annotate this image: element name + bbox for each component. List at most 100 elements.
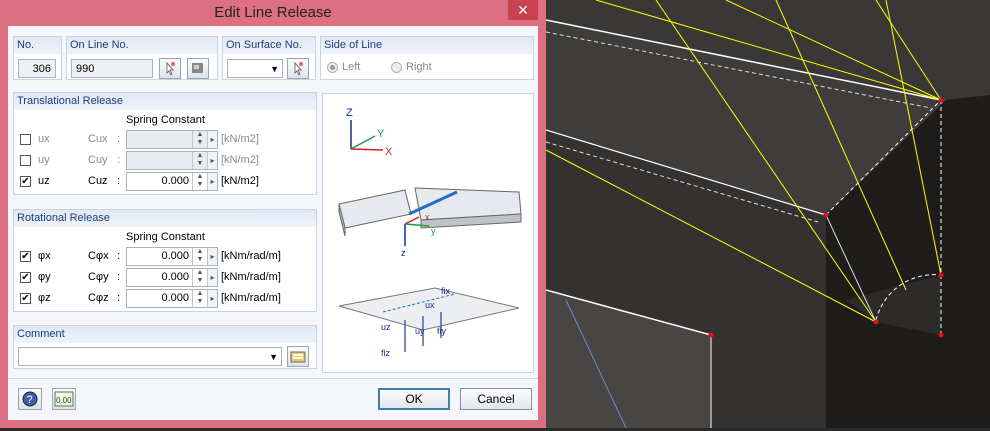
node[interactable] <box>873 319 879 325</box>
spin-arrows-icon[interactable]: ▲ ▼ <box>192 290 207 307</box>
close-button[interactable]: ✕ <box>508 0 538 20</box>
on-surface-no-select[interactable]: ▼ <box>227 59 283 78</box>
translational-spring-constant-label: Spring Constant <box>126 114 205 126</box>
units-text: 0.00 <box>56 396 72 405</box>
cphiy-label: Cφy <box>88 271 109 283</box>
cancel-button[interactable]: Cancel <box>460 388 532 410</box>
phiy-label: φy <box>38 271 51 283</box>
cuz-label: Cuz <box>88 175 108 187</box>
more-arrow-icon[interactable]: ▸ <box>207 152 217 169</box>
uz-checkbox[interactable]: ✔ <box>20 176 31 187</box>
release-illustration: Z Y X x y z fix ux uz uy fiy fiz <box>322 93 534 373</box>
on-surface-no-group: On Surface No. ▼ <box>222 36 316 80</box>
spin-arrows-icon[interactable]: ▲ ▼ <box>192 269 207 286</box>
phix-checkbox[interactable]: ✔ <box>20 251 31 262</box>
y-axis <box>350 135 376 150</box>
cphiy-spinbox[interactable]: 0.000 ▲ ▼ ▸ <box>126 268 218 287</box>
cuy-label: Cuy <box>88 154 108 166</box>
plate-z-label: z <box>401 248 406 258</box>
axis-x-label: X <box>385 146 393 158</box>
phiy-checkbox[interactable]: ✔ <box>20 272 31 283</box>
cphiz-colon: : <box>117 292 121 304</box>
cux-colon: : <box>117 133 121 145</box>
cuz-spinbox[interactable]: 0.000 ▲ ▼ ▸ <box>126 172 218 191</box>
comment-select[interactable]: ▼ <box>18 347 282 366</box>
pick-line-button[interactable] <box>159 58 181 79</box>
fiz-label: fiz <box>381 348 391 358</box>
cphix-value: 0.000 <box>161 250 189 262</box>
spin-arrows-icon[interactable]: ▲ ▼ <box>192 248 207 265</box>
more-arrow-icon[interactable]: ▸ <box>207 131 217 148</box>
cphiz-label: Cφz <box>88 292 109 304</box>
spin-arrows-icon[interactable]: ▲ ▼ <box>192 173 207 190</box>
uz-graphic-label: uz <box>381 322 391 332</box>
translational-release-group: Translational Release Spring Constant ux… <box>13 92 317 195</box>
ok-button[interactable]: OK <box>378 388 450 410</box>
help-button[interactable]: ? <box>18 388 42 410</box>
left-radio[interactable] <box>327 62 338 73</box>
on-line-no-group: On Line No. 990 <box>66 36 218 80</box>
node[interactable] <box>938 272 944 278</box>
phiz-label: φz <box>38 292 51 304</box>
svg-text:?: ? <box>27 394 33 406</box>
right-radio[interactable] <box>391 62 402 73</box>
uy-checkbox[interactable] <box>20 155 31 166</box>
rotational-release-group: Rotational Release Spring Constant ✔ φx … <box>13 209 317 312</box>
side-of-line-group: Side of Line Left Right <box>320 36 534 80</box>
cuy-spinbox[interactable]: ▲ ▼ ▸ <box>126 151 218 170</box>
phiz-checkbox[interactable]: ✔ <box>20 293 31 304</box>
select-line-button[interactable] <box>187 58 209 79</box>
translational-release-label: Translational Release <box>14 93 316 110</box>
cphiy-value: 0.000 <box>161 271 189 283</box>
cuz-colon: : <box>117 175 121 187</box>
more-arrow-icon[interactable]: ▸ <box>207 173 217 190</box>
comment-library-button[interactable] <box>287 346 309 367</box>
no-field[interactable]: 306 <box>18 59 56 78</box>
on-line-no-field[interactable]: 990 <box>71 59 153 78</box>
plate-y-label: y <box>431 226 436 236</box>
node[interactable] <box>938 97 944 103</box>
button-separator <box>8 378 538 379</box>
no-group: No. 306 <box>13 36 62 80</box>
units-icon: 0.00 <box>54 391 74 407</box>
cphix-unit: [kNm/rad/m] <box>221 250 281 262</box>
dialog-title: Edit Line Release <box>214 4 332 21</box>
more-arrow-icon[interactable]: ▸ <box>207 269 217 286</box>
cphix-colon: : <box>117 250 121 262</box>
model-viewport[interactable] <box>545 0 990 429</box>
node[interactable] <box>708 332 714 338</box>
pick-cursor-icon <box>294 61 303 76</box>
title-bar[interactable]: Edit Line Release ✕ <box>0 0 546 26</box>
rotational-release-label: Rotational Release <box>14 210 316 227</box>
ux-checkbox[interactable] <box>20 134 31 145</box>
no-label: No. <box>14 37 61 54</box>
plate-x-label: x <box>425 212 430 222</box>
cuz-value: 0.000 <box>161 175 189 187</box>
pick-surface-button[interactable] <box>287 58 309 79</box>
comment-group: Comment ▼ <box>13 325 317 369</box>
spin-arrows-icon[interactable]: ▲ ▼ <box>192 131 207 148</box>
on-surface-no-label: On Surface No. <box>223 37 315 54</box>
cphiz-unit: [kNm/rad/m] <box>221 292 281 304</box>
node[interactable] <box>823 212 829 218</box>
select-lines-icon <box>192 63 203 73</box>
more-arrow-icon[interactable]: ▸ <box>207 248 217 265</box>
cphix-spinbox[interactable]: 0.000 ▲ ▼ ▸ <box>126 247 218 266</box>
cux-label: Cux <box>88 133 108 145</box>
axis-z-label: Z <box>346 107 353 119</box>
chevron-down-icon: ▼ <box>269 352 278 362</box>
cux-spinbox[interactable]: ▲ ▼ ▸ <box>126 130 218 149</box>
cux-unit: [kN/m2] <box>221 133 259 145</box>
units-button[interactable]: 0.00 <box>52 388 76 410</box>
dialog-client: No. 306 On Line No. 990 On Surface No. ▼ <box>8 26 538 420</box>
help-icon: ? <box>22 391 38 407</box>
side-of-line-label: Side of Line <box>321 37 533 54</box>
release-diagram: Z Y X x y z fix ux uz uy fiy fiz <box>338 107 522 358</box>
cphiz-spinbox[interactable]: 0.000 ▲ ▼ ▸ <box>126 289 218 308</box>
cphiy-colon: : <box>117 271 121 283</box>
spin-arrows-icon[interactable]: ▲ ▼ <box>192 152 207 169</box>
fix-label: fix <box>441 286 451 296</box>
more-arrow-icon[interactable]: ▸ <box>207 290 217 307</box>
node[interactable] <box>938 332 944 338</box>
cphiz-value: 0.000 <box>161 292 189 304</box>
